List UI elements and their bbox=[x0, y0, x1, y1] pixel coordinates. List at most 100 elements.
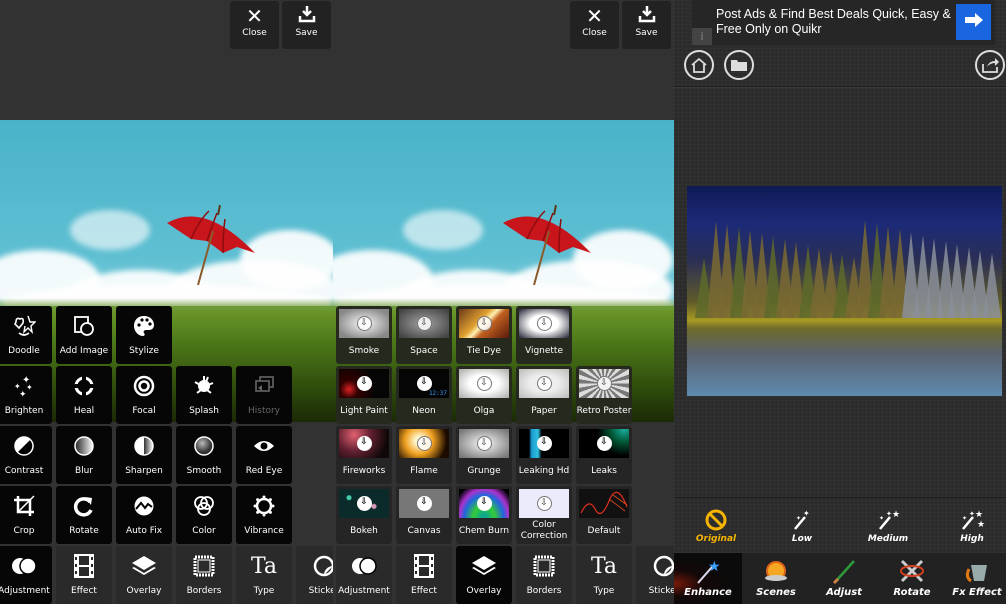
download-icon[interactable]: ⇩ bbox=[536, 376, 552, 391]
download-icon[interactable]: ⇩ bbox=[476, 436, 492, 451]
overlay-canvas[interactable]: ⇩ Canvas bbox=[396, 486, 452, 544]
download-icon[interactable]: ⇩ bbox=[476, 496, 492, 511]
tool-red-eye[interactable]: Red Eye bbox=[236, 426, 292, 484]
tab-scenes[interactable]: Scenes bbox=[742, 553, 810, 604]
share-icon bbox=[982, 58, 999, 73]
category-effect[interactable]: Effect bbox=[396, 546, 452, 604]
tool-borders[interactable]: Borders bbox=[176, 546, 232, 604]
overlay-color-correction[interactable]: ⇩ Color Correction bbox=[516, 486, 572, 544]
download-icon[interactable]: ⇩ bbox=[416, 376, 432, 391]
magic-wand-icon: ✦ ★✦ bbox=[879, 510, 900, 530]
tool-type[interactable]: Ta Type bbox=[236, 546, 292, 604]
download-icon[interactable]: ⇩ bbox=[356, 316, 372, 331]
tool-color[interactable]: Color bbox=[176, 486, 232, 544]
svg-text:✦: ✦ bbox=[796, 515, 801, 522]
category-borders[interactable]: Borders bbox=[516, 546, 572, 604]
download-icon[interactable]: ⇩ bbox=[476, 316, 492, 331]
home-button[interactable] bbox=[684, 50, 714, 80]
tool-effect[interactable]: Effect bbox=[56, 546, 112, 604]
category-label: Effect bbox=[411, 586, 437, 596]
tool-crop[interactable]: Crop bbox=[0, 486, 52, 544]
close-button[interactable]: ✕ Close bbox=[570, 1, 619, 49]
overlay-leaking-hd[interactable]: ⇩ Leaking Hd bbox=[516, 426, 572, 484]
overlay-smoke[interactable]: ⇩ Smoke bbox=[336, 306, 392, 364]
overlay-light-paint[interactable]: ⇩ Light Paint bbox=[336, 366, 392, 424]
level-original[interactable]: Original bbox=[676, 506, 756, 544]
download-icon[interactable]: ⇩ bbox=[416, 316, 432, 331]
download-icon[interactable]: ⇩ bbox=[416, 436, 432, 451]
tool-label: Heal bbox=[73, 406, 95, 416]
download-icon[interactable]: ⇩ bbox=[536, 496, 552, 511]
overlay-thumbnail: ⇩ bbox=[579, 429, 629, 458]
category-type[interactable]: Ta Type bbox=[576, 546, 632, 604]
type-icon: Ta bbox=[590, 553, 618, 579]
overlay-space[interactable]: ⇩ Space bbox=[396, 306, 452, 364]
download-icon[interactable]: ⇩ bbox=[596, 436, 612, 451]
overlay-grunge[interactable]: ⇩ Grunge bbox=[456, 426, 512, 484]
overlay-default[interactable]: Default bbox=[576, 486, 632, 544]
overlay-bokeh[interactable]: ⇩ Bokeh bbox=[336, 486, 392, 544]
overlay-flame[interactable]: ⇩ Flame bbox=[396, 426, 452, 484]
tool-contrast[interactable]: Contrast bbox=[0, 426, 52, 484]
overlay-leaks[interactable]: ⇩ Leaks bbox=[576, 426, 632, 484]
level-low[interactable]: ✦ ✦ Low bbox=[762, 506, 842, 544]
tab-rotate[interactable]: Rotate bbox=[878, 553, 946, 604]
tool-sharpen[interactable]: Sharpen bbox=[116, 426, 172, 484]
overlay-tie-dye[interactable]: ⇩ Tie Dye bbox=[456, 306, 512, 364]
tool-adjustment[interactable]: Adjustment bbox=[0, 546, 52, 604]
tool-focal[interactable]: Focal bbox=[116, 366, 172, 424]
category-sticker[interactable]: Sticker bbox=[636, 546, 674, 604]
download-icon[interactable]: ⇩ bbox=[476, 376, 492, 391]
overlay-chem-burn[interactable]: ⇩ Chem Burn bbox=[456, 486, 512, 544]
tool-auto-fix[interactable]: Auto Fix bbox=[116, 486, 172, 544]
ad-text[interactable]: Post Ads & Find Best Deals Quick, Easy &… bbox=[716, 7, 958, 36]
download-icon[interactable]: ⇩ bbox=[356, 496, 372, 511]
info-icon[interactable]: i bbox=[692, 28, 712, 45]
tab-adjust[interactable]: Adjust bbox=[810, 553, 878, 604]
category-adjustment[interactable]: Adjustment bbox=[336, 546, 392, 604]
level-high[interactable]: ✦ ★ ★ ✦ High bbox=[932, 506, 1006, 544]
tool-brighten[interactable]: ✦ ✦ ✦ ✦ Brighten bbox=[0, 366, 52, 424]
overlay-paper[interactable]: ⇩ Paper bbox=[516, 366, 572, 424]
download-icon[interactable]: ⇩ bbox=[416, 496, 432, 511]
share-button[interactable] bbox=[975, 50, 1005, 80]
tool-rotate[interactable]: Rotate bbox=[56, 486, 112, 544]
ad-arrow-button[interactable] bbox=[956, 4, 991, 40]
download-icon[interactable]: ⇩ bbox=[356, 376, 372, 391]
tool-overlay[interactable]: Overlay bbox=[116, 546, 172, 604]
overlay-neon[interactable]: ⇩ 12:37 Neon bbox=[396, 366, 452, 424]
effect-icon bbox=[56, 552, 112, 580]
overlay-olga[interactable]: ⇩ Olga bbox=[456, 366, 512, 424]
save-button[interactable]: Save bbox=[282, 1, 331, 49]
tab-enhance[interactable]: ★ Enhance bbox=[674, 553, 742, 604]
tool-smooth[interactable]: Smooth bbox=[176, 426, 232, 484]
ad-banner[interactable]: i Post Ads & Find Best Deals Quick, Easy… bbox=[692, 0, 995, 45]
tool-stylize[interactable]: Stylize bbox=[116, 306, 172, 364]
tool-splash[interactable]: Splash bbox=[176, 366, 232, 424]
tool-sticker[interactable]: Sticker bbox=[296, 546, 333, 604]
level-medium[interactable]: ✦ ★ ✦ Medium bbox=[848, 506, 928, 544]
tool-heal[interactable]: Heal bbox=[56, 366, 112, 424]
tool-doodle[interactable]: Doodle bbox=[0, 306, 52, 364]
overlay-retro-poster[interactable]: ⇩ Retro Poster bbox=[576, 366, 632, 424]
close-button[interactable]: ✕ Close bbox=[230, 1, 279, 49]
download-icon[interactable]: ⇩ bbox=[536, 436, 552, 451]
category-label: Overlay bbox=[466, 586, 502, 596]
tool-add-image[interactable]: Add Image bbox=[56, 306, 112, 364]
tab-fx-effect[interactable]: Fx Effect bbox=[946, 553, 1006, 604]
sticker-icon bbox=[296, 552, 333, 580]
overlay-vignette[interactable]: ⇩ Vignette bbox=[516, 306, 572, 364]
overlay-fireworks[interactable]: ⇩ Fireworks bbox=[336, 426, 392, 484]
tool-blur[interactable]: Blur bbox=[56, 426, 112, 484]
photo-preview[interactable] bbox=[687, 186, 1002, 396]
save-button[interactable]: Save bbox=[622, 1, 671, 49]
download-icon[interactable]: ⇩ bbox=[356, 436, 372, 451]
tool-history[interactable]: History bbox=[236, 366, 292, 424]
tool-vibrance[interactable]: Vibrance bbox=[236, 486, 292, 544]
open-folder-button[interactable] bbox=[724, 50, 754, 80]
overlay-label: Vignette bbox=[524, 346, 563, 356]
home-icon bbox=[691, 57, 707, 73]
download-icon[interactable]: ⇩ bbox=[536, 316, 552, 331]
category-overlay[interactable]: Overlay bbox=[456, 546, 512, 604]
download-icon[interactable]: ⇩ bbox=[596, 376, 612, 391]
